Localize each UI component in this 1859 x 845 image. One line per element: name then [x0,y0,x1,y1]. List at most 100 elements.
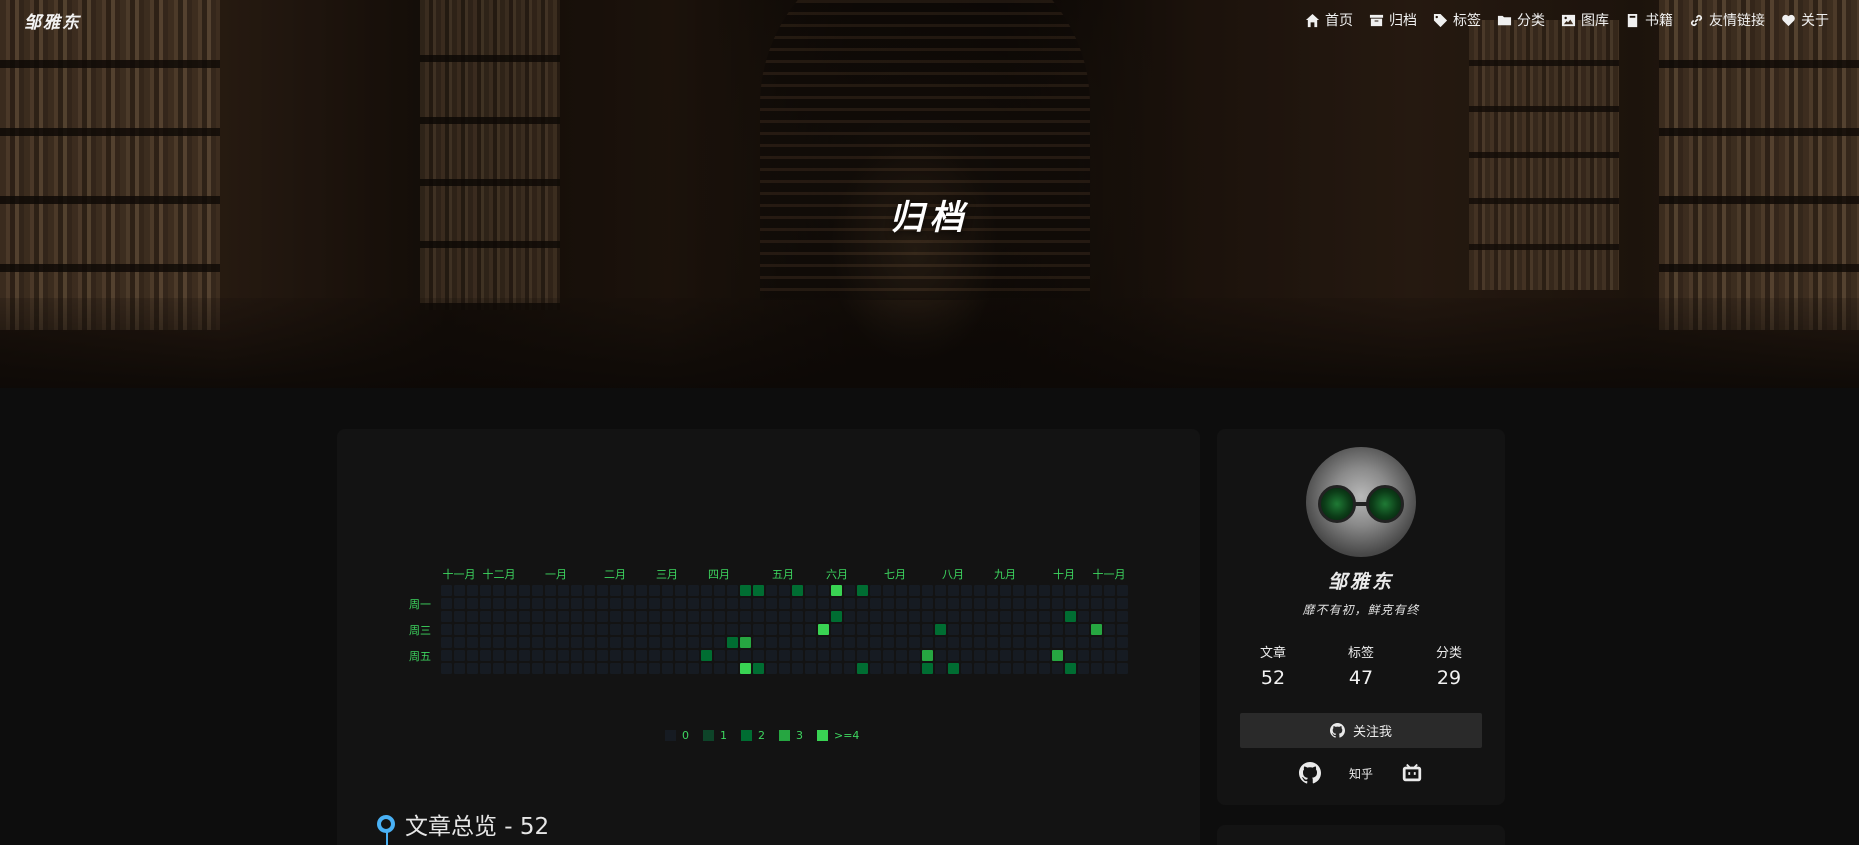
heatmap-cell[interactable] [1078,585,1089,596]
heatmap-cell[interactable] [480,650,491,661]
heatmap-cell[interactable] [948,650,959,661]
heatmap-cell[interactable] [1065,650,1076,661]
heatmap-cell[interactable] [610,663,621,674]
heatmap-cell[interactable] [584,663,595,674]
heatmap-cell[interactable] [1000,585,1011,596]
heatmap-cell[interactable] [922,611,933,622]
heatmap-cell[interactable] [675,650,686,661]
heatmap-cell[interactable] [441,650,452,661]
heatmap-cell[interactable] [818,585,829,596]
heatmap-cell[interactable] [896,585,907,596]
heatmap-cell[interactable] [597,611,608,622]
heatmap-cell[interactable] [1000,663,1011,674]
heatmap-cell[interactable] [805,663,816,674]
heatmap-cell[interactable] [467,611,478,622]
heatmap-cell[interactable] [584,598,595,609]
heatmap-cell[interactable] [1104,650,1115,661]
heatmap-cell[interactable] [766,663,777,674]
heatmap-cell[interactable] [740,637,751,648]
heatmap-cell[interactable] [766,624,777,635]
heatmap-cell[interactable] [883,663,894,674]
heatmap-cell[interactable] [740,650,751,661]
heatmap-cell[interactable] [584,585,595,596]
heatmap-cell[interactable] [623,637,634,648]
heatmap-cell[interactable] [571,598,582,609]
heatmap-cell[interactable] [558,650,569,661]
heatmap-cell[interactable] [1013,663,1024,674]
heatmap-cell[interactable] [506,637,517,648]
heatmap-cell[interactable] [571,637,582,648]
heatmap-cell[interactable] [532,598,543,609]
heatmap-cell[interactable] [467,637,478,648]
heatmap-cell[interactable] [714,624,725,635]
heatmap-cell[interactable] [493,663,504,674]
heatmap-cell[interactable] [714,637,725,648]
heatmap-cell[interactable] [1052,637,1063,648]
heatmap-cell[interactable] [571,624,582,635]
heatmap-cell[interactable] [1052,585,1063,596]
heatmap-cell[interactable] [1000,637,1011,648]
heatmap-cell[interactable] [974,663,985,674]
heatmap-cell[interactable] [896,611,907,622]
heatmap-cell[interactable] [675,598,686,609]
heatmap-cell[interactable] [1078,624,1089,635]
heatmap-cell[interactable] [818,611,829,622]
heatmap-cell[interactable] [480,624,491,635]
heatmap-cell[interactable] [740,598,751,609]
heatmap-cell[interactable] [896,624,907,635]
heatmap-cell[interactable] [792,637,803,648]
heatmap-cell[interactable] [987,611,998,622]
heatmap-cell[interactable] [805,650,816,661]
heatmap-cell[interactable] [636,637,647,648]
heatmap-cell[interactable] [870,650,881,661]
heatmap-cell[interactable] [909,585,920,596]
heatmap-cell[interactable] [506,663,517,674]
heatmap-cell[interactable] [519,624,530,635]
heatmap-cell[interactable] [857,598,868,609]
heatmap-cell[interactable] [688,611,699,622]
heatmap-cell[interactable] [467,663,478,674]
heatmap-cell[interactable] [636,624,647,635]
nav-item-links[interactable]: 友情链接 [1689,10,1765,30]
heatmap-cell[interactable] [831,598,842,609]
heatmap-cell[interactable] [766,585,777,596]
heatmap-cell[interactable] [909,598,920,609]
heatmap-cell[interactable] [506,598,517,609]
heatmap-cell[interactable] [974,637,985,648]
heatmap-cell[interactable] [597,624,608,635]
heatmap-cell[interactable] [909,650,920,661]
heatmap-cell[interactable] [480,611,491,622]
heatmap-cell[interactable] [844,611,855,622]
heatmap-cell[interactable] [805,624,816,635]
heatmap-cell[interactable] [779,624,790,635]
heatmap-cell[interactable] [610,598,621,609]
heatmap-cell[interactable] [662,624,673,635]
nav-item-books[interactable]: 书籍 [1625,10,1673,30]
heatmap-cell[interactable] [909,611,920,622]
heatmap-cell[interactable] [961,637,972,648]
heatmap-cell[interactable] [454,598,465,609]
heatmap-cell[interactable] [896,637,907,648]
heatmap-cell[interactable] [610,624,621,635]
heatmap-cell[interactable] [623,650,634,661]
stat-tags[interactable]: 标签 47 [1348,642,1374,689]
heatmap-cell[interactable] [519,650,530,661]
heatmap-cell[interactable] [922,598,933,609]
heatmap-cell[interactable] [844,637,855,648]
heatmap-cell[interactable] [1000,598,1011,609]
heatmap-cell[interactable] [727,598,738,609]
follow-button[interactable]: 关注我 [1240,713,1482,748]
heatmap-cell[interactable] [896,598,907,609]
heatmap-cell[interactable] [753,611,764,622]
heatmap-cell[interactable] [1104,598,1115,609]
heatmap-cell[interactable] [441,624,452,635]
heatmap-cell[interactable] [857,650,868,661]
heatmap-cell[interactable] [480,585,491,596]
heatmap-cell[interactable] [1052,624,1063,635]
heatmap-cell[interactable] [740,624,751,635]
heatmap-cell[interactable] [766,637,777,648]
heatmap-cell[interactable] [987,650,998,661]
heatmap-cell[interactable] [454,611,465,622]
heatmap-cell[interactable] [688,585,699,596]
heatmap-cell[interactable] [688,624,699,635]
